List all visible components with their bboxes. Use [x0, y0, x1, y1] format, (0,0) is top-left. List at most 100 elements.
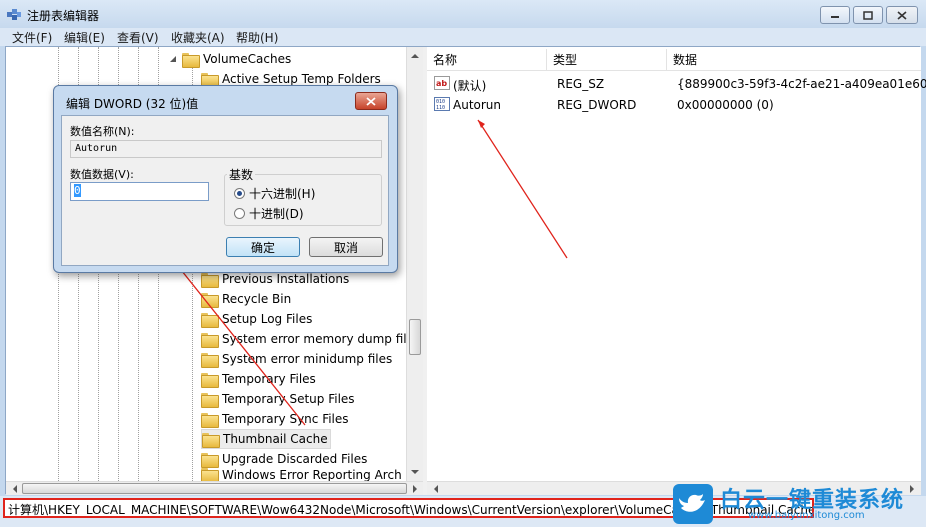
close-icon	[897, 10, 907, 20]
tree-item-label: Windows Error Reporting Arch	[222, 468, 402, 481]
tree-item-label: Temporary Setup Files	[222, 392, 355, 406]
maximize-button[interactable]	[853, 6, 883, 24]
folder-icon	[201, 372, 219, 388]
radio-dec[interactable]: 十进制(D)	[234, 205, 304, 222]
value-name-field: Autorun	[70, 140, 382, 158]
folder-icon	[201, 332, 219, 348]
folder-icon	[202, 432, 220, 448]
tree-item[interactable]: Setup Log Files	[201, 309, 312, 329]
svg-text:110: 110	[436, 105, 445, 111]
value-data: 0x00000000 (0)	[677, 98, 774, 112]
edit-dword-dialog: 编辑 DWORD (32 位)值 数值名称(N): Autorun 数值数据(V…	[53, 85, 398, 273]
folder-icon	[201, 392, 219, 408]
tree-item-label: Temporary Files	[222, 372, 316, 386]
value-data-input[interactable]: 0	[70, 182, 209, 201]
dialog-title: 编辑 DWORD (32 位)值	[66, 97, 199, 111]
window-title: 注册表编辑器	[27, 9, 100, 23]
close-button[interactable]	[886, 6, 918, 24]
dialog-close-button[interactable]	[355, 92, 387, 110]
tree-item-selected[interactable]: Thumbnail Cache	[201, 429, 331, 449]
menu-help[interactable]: 帮助(H)	[236, 29, 278, 46]
value-name: (默认)	[453, 79, 487, 93]
tree-item-label: Temporary Sync Files	[222, 412, 349, 426]
scroll-thumb[interactable]	[22, 483, 407, 494]
value-name-label: 数值名称(N):	[70, 125, 135, 138]
menu-bar: 文件(F) 编辑(E) 查看(V) 收藏夹(A) 帮助(H)	[0, 28, 926, 46]
tree-item-label: Thumbnail Cache	[223, 432, 328, 446]
values-header: 名称 类型 数据	[427, 47, 921, 71]
tree-item-label: Active Setup Temp Folders	[222, 72, 381, 86]
folder-open-icon	[182, 52, 200, 68]
tree-item-label: Upgrade Discarded Files	[222, 452, 368, 466]
tree-horizontal-scrollbar[interactable]	[6, 481, 423, 495]
menu-edit[interactable]: 编辑(E)	[64, 29, 105, 46]
scroll-right-icon	[413, 485, 417, 493]
values-pane[interactable]: 名称 类型 数据 ab (默认) REG_SZ {889900c3-59f3-4…	[427, 47, 926, 495]
radio-selected-icon	[234, 188, 245, 199]
base-label: 基数	[227, 166, 256, 183]
tree-item[interactable]: Upgrade Discarded Files	[201, 449, 367, 469]
scroll-up-icon	[411, 54, 419, 58]
folder-icon	[201, 72, 219, 88]
folder-icon	[201, 272, 219, 288]
tree-item-label: System error memory dump fil	[222, 332, 406, 346]
tree-item[interactable]: Temporary Sync Files	[201, 409, 349, 429]
cancel-button[interactable]: 取消	[309, 237, 383, 257]
radio-unselected-icon	[234, 208, 245, 219]
folder-icon	[201, 412, 219, 428]
scroll-left-icon	[434, 485, 438, 493]
menu-view[interactable]: 查看(V)	[117, 29, 159, 46]
tree-item[interactable]: Temporary Files	[201, 369, 316, 389]
tree-item[interactable]: Windows Error Reporting Arch	[201, 468, 402, 481]
scroll-thumb[interactable]	[409, 319, 421, 355]
scroll-down-icon	[411, 470, 419, 474]
ok-button[interactable]: 确定	[226, 237, 300, 257]
tree-item[interactable]: System error minidump files	[201, 349, 392, 369]
folder-icon	[201, 292, 219, 308]
menu-file[interactable]: 文件(F)	[12, 29, 52, 46]
tree-item-label: Recycle Bin	[222, 292, 292, 306]
column-data[interactable]: 数据	[667, 49, 921, 71]
folder-icon	[201, 452, 219, 468]
folder-icon	[201, 312, 219, 328]
tree-item-volumecaches[interactable]: VolumeCaches	[168, 49, 291, 69]
bird-logo-icon	[673, 484, 713, 524]
title-bar: 注册表编辑器	[0, 0, 926, 28]
radio-hex[interactable]: 十六进制(H)	[234, 185, 315, 202]
minimize-button[interactable]	[820, 6, 850, 24]
tree-item[interactable]: Temporary Setup Files	[201, 389, 355, 409]
maximize-icon	[863, 10, 873, 20]
expand-arrow-icon	[170, 56, 176, 62]
string-value-icon: ab	[434, 76, 450, 90]
watermark: 白云一键重装系统 www.baiyunxitong.com	[668, 482, 920, 527]
column-type[interactable]: 类型	[547, 49, 667, 71]
regedit-icon	[7, 9, 21, 20]
folder-icon	[201, 468, 219, 481]
column-name[interactable]: 名称	[427, 49, 547, 71]
dialog-body: 数值名称(N): Autorun 数值数据(V): 0 基数 十六进制(H) 十…	[61, 115, 389, 266]
value-data-label: 数值数据(V):	[70, 168, 134, 181]
radio-hex-label: 十六进制(H)	[249, 187, 316, 201]
watermark-url: www.baiyunxitong.com	[748, 510, 865, 521]
value-data: {889900c3-59f3-4c2f-ae21-a409ea01e605}	[677, 77, 926, 91]
value-type: REG_DWORD	[557, 98, 637, 112]
tree-item[interactable]: Recycle Bin	[201, 289, 291, 309]
svg-text:ab: ab	[436, 79, 447, 88]
tree-item-label: System error minidump files	[222, 352, 393, 366]
value-row[interactable]: 010 110 Autorun REG_DWORD 0x00000000 (0)	[427, 95, 921, 115]
tree-item[interactable]: System error memory dump fil	[201, 329, 406, 349]
radio-dec-label: 十进制(D)	[249, 207, 304, 221]
tree-item-label: Previous Installations	[222, 272, 350, 286]
menu-favorites[interactable]: 收藏夹(A)	[171, 29, 225, 46]
tree-item-label: Setup Log Files	[222, 312, 313, 326]
tree-item-label: VolumeCaches	[203, 52, 292, 66]
scroll-left-icon	[13, 485, 17, 493]
folder-icon	[201, 352, 219, 368]
tree-vertical-scrollbar[interactable]	[406, 47, 423, 481]
binary-value-icon: 010 110	[434, 97, 450, 111]
value-type: REG_SZ	[557, 77, 605, 91]
value-row[interactable]: ab (默认) REG_SZ {889900c3-59f3-4c2f-ae21-…	[427, 74, 926, 94]
minimize-icon	[831, 16, 839, 18]
close-icon	[366, 96, 376, 106]
value-name: Autorun	[453, 98, 502, 112]
